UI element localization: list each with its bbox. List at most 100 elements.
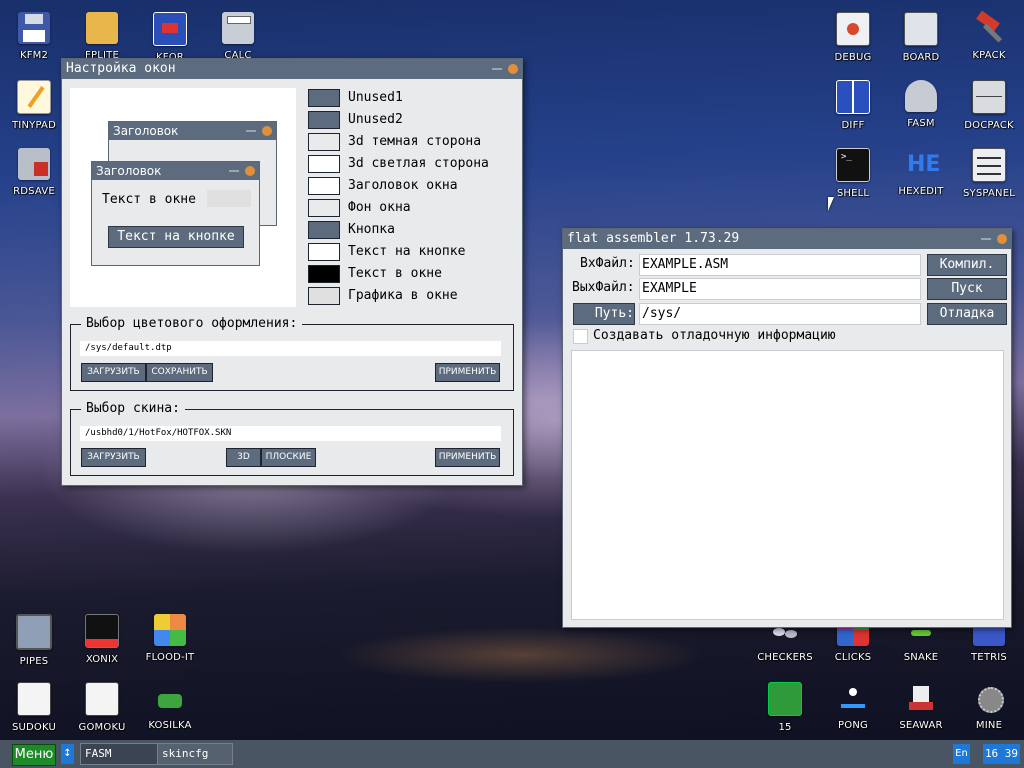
skin-select-legend: Выбор скина: [81, 401, 185, 416]
close-icon[interactable] [508, 64, 518, 74]
output-file-field[interactable]: EXAMPLE [639, 278, 921, 300]
color-swatch[interactable] [308, 177, 340, 195]
color-item-label[interactable]: Unused1 [348, 90, 403, 105]
color-item-label[interactable]: Текст в окне [348, 266, 442, 281]
desktop-icon-debug[interactable]: DEBUG [819, 12, 887, 63]
desktop-icon-seawar[interactable]: SEAWAR [887, 682, 955, 731]
skin-apply-button[interactable]: ПРИМЕНИТЬ [435, 448, 500, 467]
desktop-icon-kfm2[interactable]: KFM2 [0, 12, 68, 61]
hex-icon: HE [907, 152, 941, 177]
skin-select-group: Выбор скина: /usbhd0/1/HotFox/HOTFOX.SKN… [70, 401, 514, 476]
desktop-icon-kfor[interactable]: KFOR [136, 12, 204, 63]
desktop-icon-tinypad[interactable]: TINYPAD [0, 80, 68, 131]
desktop-icon-xonix[interactable]: XONIX [68, 614, 136, 665]
skin-flat-button[interactable]: ПЛОСКИЕ [261, 448, 316, 467]
start-menu-button[interactable]: Меню [12, 744, 56, 766]
color-scheme-group: Выбор цветового оформления: /sys/default… [70, 316, 514, 391]
desktop-icon-rdsave[interactable]: RDSAVE [0, 148, 68, 197]
flood-it-icon [154, 614, 186, 646]
desktop-icon-syspanel[interactable]: SYSPANEL [955, 148, 1023, 199]
desktop-icon-hexedit[interactable]: HE HEXEDIT [887, 148, 955, 197]
color-item-label[interactable]: Unused2 [348, 112, 403, 127]
debug-info-label: Создавать отладочную информацию [593, 328, 836, 343]
color-swatch[interactable] [308, 221, 340, 239]
color-item-label[interactable]: 3d темная сторона [348, 134, 481, 149]
color-swatch[interactable] [308, 199, 340, 217]
color-swatch[interactable] [308, 133, 340, 151]
terminal-icon: >_ [836, 148, 870, 182]
color-swatch[interactable] [308, 111, 340, 129]
taskbar-task-fasm[interactable]: FASM [80, 743, 158, 765]
hammer-icon [973, 10, 1005, 44]
color-apply-button[interactable]: ПРИМЕНИТЬ [435, 363, 500, 382]
desktop-icon-pipes[interactable]: PIPES [0, 614, 68, 667]
desktop-icon-board[interactable]: BOARD [887, 12, 955, 63]
desktop-icon-flood-it[interactable]: FLOOD-IT [136, 614, 204, 663]
minimize-icon[interactable] [492, 68, 502, 70]
color-item-label[interactable]: Графика в окне [348, 288, 458, 303]
skin-3d-button[interactable]: 3D [226, 448, 261, 467]
skin-path-field[interactable]: /usbhd0/1/HotFox/HOTFOX.SKN [80, 426, 501, 441]
output-log-area[interactable] [571, 350, 1004, 620]
window-titlebar[interactable]: Настройка окон [62, 59, 522, 79]
color-load-button[interactable]: ЗАГРУЗИТЬ [81, 363, 146, 382]
desktop-icon-gomoku[interactable]: GOMOKU [68, 682, 136, 733]
desktop-icon-docpack[interactable]: DOCPACK [955, 80, 1023, 131]
path-field[interactable]: /sys/ [639, 303, 921, 325]
taskbar-task-skincfg[interactable]: skincfg [157, 743, 233, 765]
desktop-icon-shell[interactable]: >_ SHELL [819, 148, 887, 199]
run-button[interactable]: Пуск [927, 278, 1007, 300]
debug-info-checkbox[interactable] [573, 329, 588, 344]
close-icon [262, 126, 272, 136]
language-indicator[interactable]: En [953, 744, 970, 764]
cabinet-icon [972, 80, 1006, 114]
input-file-label: ВхФайл: [580, 256, 635, 271]
color-swatch[interactable] [308, 89, 340, 107]
desktop-icon-pong[interactable]: PONG [819, 682, 887, 731]
ship-icon [905, 682, 937, 714]
debug-button[interactable]: Отладка [927, 303, 1007, 325]
ramdisk-save-icon [18, 148, 50, 180]
preview-front-window: Заголовок Текст в окне Текст на кнопке [91, 161, 260, 266]
color-item-label[interactable]: 3d светлая сторона [348, 156, 489, 171]
clock: 16 39 [983, 744, 1020, 764]
color-item-label[interactable]: Заголовок окна [348, 178, 458, 193]
mouse-cursor-icon [828, 197, 834, 211]
window-title: flat assembler 1.73.29 [567, 231, 740, 246]
desktop-icon-15[interactable]: 15 [751, 682, 819, 733]
pong-icon [837, 682, 869, 714]
desktop-icon-sudoku[interactable]: SUDOKU [0, 682, 68, 733]
input-file-field[interactable]: EXAMPLE.ASM [639, 254, 921, 276]
desktop-icon-diff[interactable]: DIFF [819, 80, 887, 131]
calculator-icon [222, 12, 254, 44]
sliders-icon [972, 148, 1006, 182]
color-item-label[interactable]: Фон окна [348, 200, 411, 215]
window-titlebar[interactable]: flat assembler 1.73.29 [563, 229, 1011, 249]
color-item-label[interactable]: Текст на кнопке [348, 244, 465, 259]
sudoku-icon [17, 682, 51, 716]
color-swatch[interactable] [308, 243, 340, 261]
color-scheme-path-field[interactable]: /sys/default.dtp [80, 341, 501, 356]
preview-button: Текст на кнопке [108, 226, 244, 248]
path-button[interactable]: Путь: [573, 303, 635, 325]
color-save-button[interactable]: СОХРАНИТЬ [146, 363, 213, 382]
desktop-icon-mine[interactable]: MINE [955, 682, 1023, 731]
task-switch-button[interactable]: ↕ [61, 744, 74, 764]
desktop-icon-kpack[interactable]: KPACK [955, 10, 1023, 61]
preview-back-title: Заголовок [113, 124, 179, 138]
color-item-label[interactable]: Кнопка [348, 222, 395, 237]
close-icon[interactable] [997, 234, 1007, 244]
board-icon [904, 12, 938, 46]
skin-load-button[interactable]: ЗАГРУЗИТЬ [81, 448, 146, 467]
lawnmower-icon [154, 682, 186, 714]
color-swatch[interactable] [308, 265, 340, 283]
desktop-icon-fplite[interactable]: FPLITE [68, 12, 136, 61]
fifteen-puzzle-icon [768, 682, 802, 716]
desktop-icon-kosilka[interactable]: KOSILKA [136, 682, 204, 731]
compile-button[interactable]: Компил. [927, 254, 1007, 276]
desktop-icon-calc[interactable]: CALC [204, 12, 272, 61]
color-swatch[interactable] [308, 155, 340, 173]
desktop-icon-fasm[interactable]: FASM [887, 80, 955, 129]
color-swatch[interactable] [308, 287, 340, 305]
minimize-icon[interactable] [981, 238, 991, 240]
